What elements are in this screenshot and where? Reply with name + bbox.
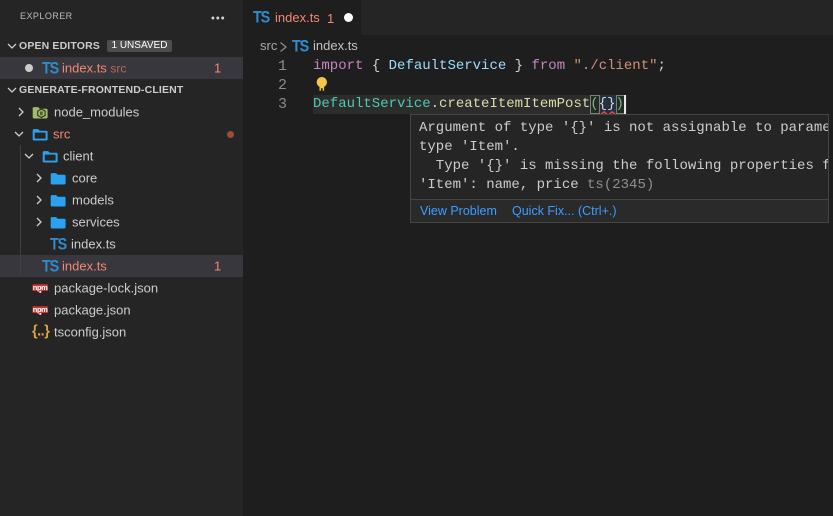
svg-text:npm: npm (33, 305, 48, 314)
svg-text:npm: npm (33, 283, 48, 292)
